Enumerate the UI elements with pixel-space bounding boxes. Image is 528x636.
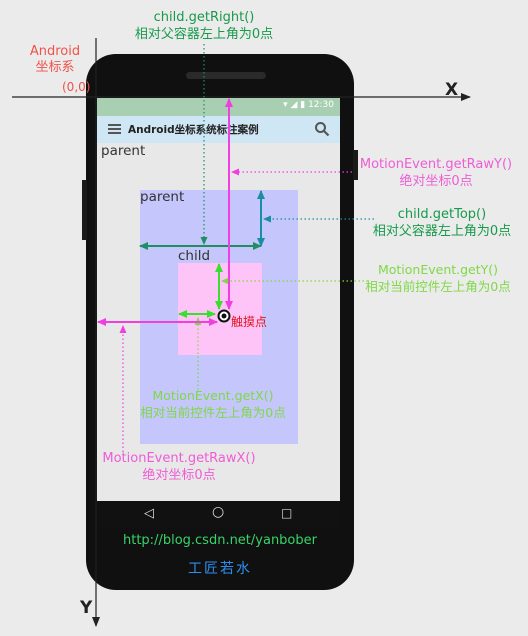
get-top-annotation: child.getTop() 相对父容器左上角为0点: [342, 206, 528, 240]
child-label: child: [178, 248, 211, 264]
get-x-desc: 相对当前控件左上角为0点: [140, 405, 286, 420]
raw-x-desc: 绝对坐标0点: [142, 468, 216, 483]
origin-coords: (0,0): [62, 80, 91, 94]
raw-y-method: MotionEvent.getRawY(): [359, 157, 513, 172]
origin-title: Android: [29, 44, 81, 59]
raw-x-method: MotionEvent.getRawX(): [102, 451, 256, 466]
brand-label: 工匠若水: [188, 561, 252, 577]
origin-subtitle: 坐标系: [35, 60, 75, 75]
get-top-method: child.getTop(): [397, 207, 487, 222]
raw-y-annotation: MotionEvent.getRawY() 绝对坐标0点: [346, 156, 526, 190]
y-axis-label: Y: [80, 598, 93, 618]
get-y-annotation: MotionEvent.getY() 相对当前控件左上角为0点: [343, 261, 528, 295]
get-right-annotation: child.getRight() 相对父容器左上角为0点: [104, 9, 304, 43]
inner-parent-label: parent: [140, 189, 185, 205]
raw-x-annotation: MotionEvent.getRawX() 绝对坐标0点: [84, 450, 274, 484]
touch-point-dot: [221, 313, 227, 319]
get-right-desc: 相对父容器左上角为0点: [134, 27, 274, 42]
get-y-method: MotionEvent.getY(): [377, 262, 499, 277]
get-x-method: MotionEvent.getX(): [152, 388, 274, 403]
diagram-canvas: ▾ ◢ ▮ 12:30 Android坐标系统标注案例 ◁ ○ □ X Y An…: [0, 0, 528, 636]
get-y-desc: 相对当前控件左上角为0点: [365, 279, 511, 294]
raw-y-desc: 绝对坐标0点: [399, 174, 473, 189]
blog-url: http://blog.csdn.net/yanbober: [123, 533, 317, 548]
get-right-method: child.getRight(): [153, 10, 255, 25]
get-top-desc: 相对父容器左上角为0点: [372, 224, 512, 239]
outer-parent-label: parent: [101, 143, 146, 159]
origin-label: Android 坐标系: [20, 44, 90, 76]
x-axis-label: X: [445, 80, 459, 100]
touch-point-label: 触摸点: [231, 315, 268, 329]
get-x-annotation: MotionEvent.getX() 相对当前控件左上角为0点: [118, 387, 308, 421]
